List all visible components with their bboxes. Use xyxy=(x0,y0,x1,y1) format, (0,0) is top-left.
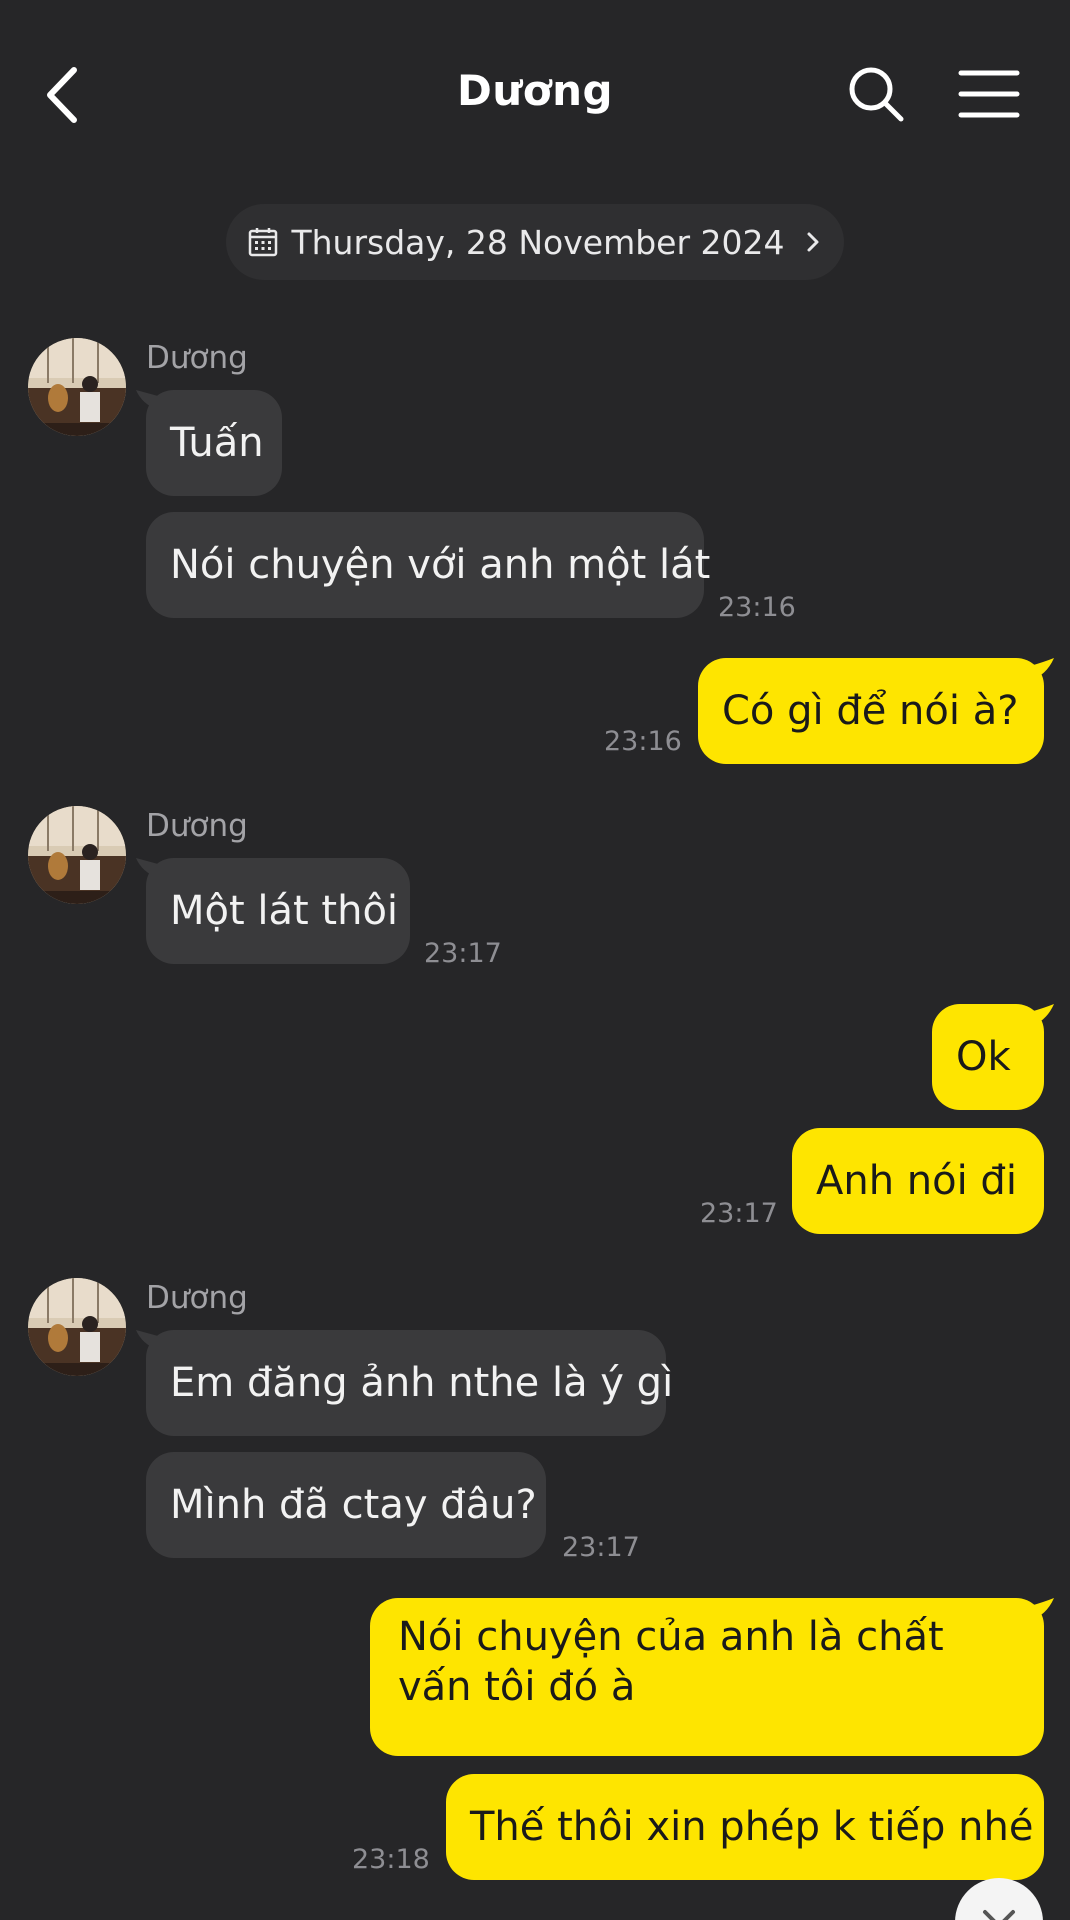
message-time: 23:17 xyxy=(700,1198,778,1229)
sender-name: Dương xyxy=(146,340,248,376)
scroll-to-bottom-button[interactable] xyxy=(955,1878,1043,1920)
sender-name: Dương xyxy=(146,1280,248,1316)
message-bubble-incoming[interactable]: Mình đã ctay đâu? xyxy=(146,1452,546,1558)
hamburger-menu-icon xyxy=(958,70,1020,118)
message-bubble-incoming[interactable]: Nói chuyện với anh một lát xyxy=(146,512,710,618)
profile-photo xyxy=(28,1278,126,1376)
message-bubble-incoming[interactable]: Tuấn xyxy=(146,390,282,496)
message-bubble-outgoing[interactable]: Ok xyxy=(932,1004,1044,1110)
message-bubble-outgoing[interactable]: Nói chuyện của anh là chất vấn tôi đó à xyxy=(370,1598,1044,1756)
chevron-down-icon xyxy=(983,1910,1015,1920)
date-label: Thursday, 28 November 2024 xyxy=(291,222,785,262)
chat-header: Dương xyxy=(0,0,1070,190)
avatar[interactable] xyxy=(28,338,126,436)
avatar[interactable] xyxy=(28,1278,126,1376)
message-bubble-incoming[interactable]: Một lát thôi xyxy=(146,858,410,964)
message-bubble-outgoing[interactable]: Thế thôi xin phép k tiếp nhé xyxy=(446,1774,1044,1880)
search-icon xyxy=(849,67,904,122)
message-time: 23:17 xyxy=(424,938,502,969)
search-button[interactable] xyxy=(846,64,908,126)
message-time: 23:17 xyxy=(562,1532,640,1563)
message-time: 23:16 xyxy=(604,726,682,757)
profile-photo xyxy=(28,338,126,436)
calendar-icon xyxy=(249,228,278,257)
chat-screen: Dương Thursday, 28 November 2024 Dương T… xyxy=(0,0,1070,1920)
sender-name: Dương xyxy=(146,808,248,844)
profile-photo xyxy=(28,806,126,904)
message-time: 23:18 xyxy=(352,1844,430,1875)
date-divider[interactable]: Thursday, 28 November 2024 xyxy=(226,204,844,280)
chevron-right-icon xyxy=(807,232,819,252)
menu-button[interactable] xyxy=(958,68,1020,120)
message-bubble-incoming[interactable]: Em đăng ảnh nthe là ý gì xyxy=(146,1330,673,1436)
message-bubble-outgoing[interactable]: Anh nói đi xyxy=(792,1128,1044,1234)
chat-title: Dương xyxy=(456,66,614,115)
message-bubble-outgoing[interactable]: Có gì để nói à? xyxy=(698,658,1044,764)
message-time: 23:16 xyxy=(718,592,796,623)
avatar[interactable] xyxy=(28,806,126,904)
